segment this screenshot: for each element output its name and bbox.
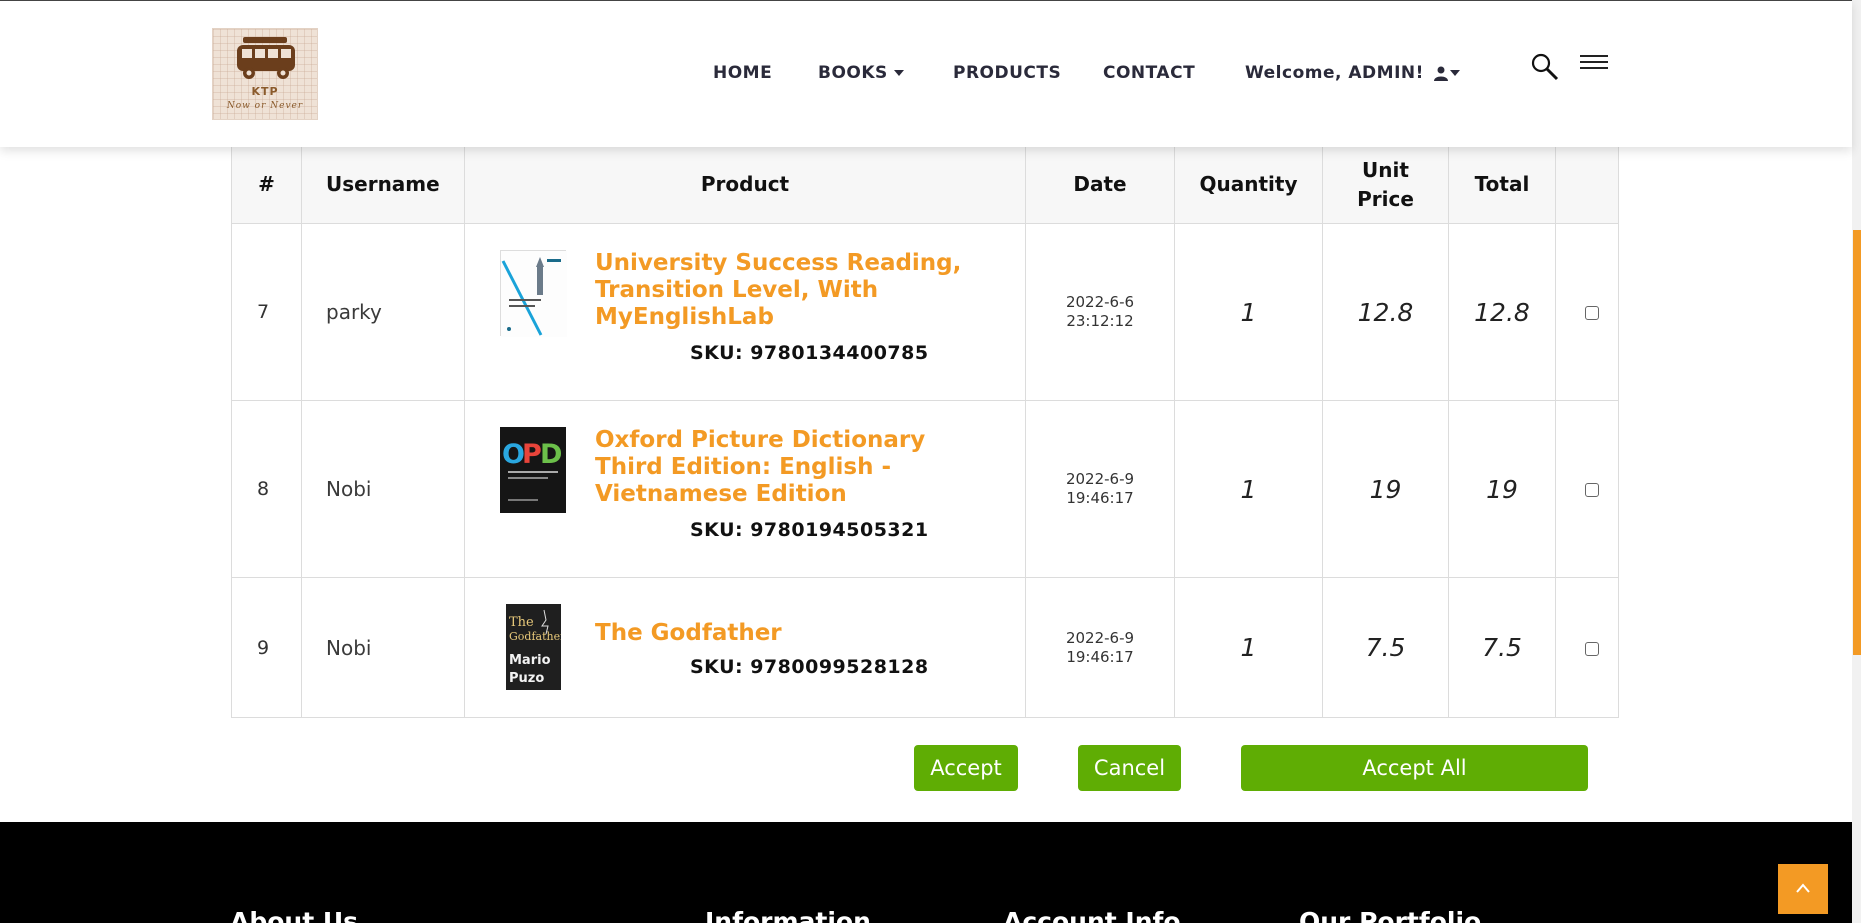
col-select: [1555, 145, 1619, 224]
footer-about-heading: About Us: [230, 907, 359, 923]
col-username: Username: [301, 145, 465, 224]
row-product: University Success Reading, Transition L…: [464, 223, 1026, 401]
row-select: [1555, 223, 1619, 401]
row-username: Nobi: [301, 400, 465, 578]
row-date: 2022-6-9 19:46:17: [1025, 400, 1175, 578]
orders-table: # Username Product Date Quantity Unit Pri…: [231, 145, 1619, 718]
row-quantity: 1: [1174, 577, 1323, 718]
product-sku: SKU: 9780134400785: [690, 342, 929, 364]
table-row: 8 Nobi O P D Oxford Picture Dictionary T…: [231, 400, 1619, 578]
brand-name: KTP: [251, 85, 279, 98]
nav-home[interactable]: HOME: [713, 63, 772, 83]
col-date: Date: [1025, 145, 1175, 224]
row-product: O P D Oxford Picture Dictionary Third Ed…: [464, 400, 1026, 578]
row-total: 12.8: [1448, 223, 1556, 401]
row-checkbox[interactable]: [1585, 306, 1599, 320]
row-select: [1555, 577, 1619, 718]
product-sku: SKU: 9780194505321: [690, 519, 929, 541]
row-num: 9: [231, 577, 302, 718]
row-num: 8: [231, 400, 302, 578]
row-product: The Godfather Mario Puzo The Godfather S…: [464, 577, 1026, 718]
row-unit-price: 12.8: [1322, 223, 1449, 401]
chevron-down-icon: [1450, 70, 1461, 76]
nav-products[interactable]: PRODUCTS: [953, 63, 1061, 83]
row-checkbox[interactable]: [1585, 641, 1599, 656]
product-cover-university-success[interactable]: [500, 250, 567, 337]
row-date: 2022-6-9 19:46:17: [1025, 577, 1175, 718]
svg-text:D: D: [540, 439, 562, 470]
brand-tagline: Now or Never: [226, 101, 304, 111]
chevron-down-icon: [893, 70, 904, 76]
product-title-link[interactable]: University Success Reading, Transition L…: [595, 250, 995, 331]
arrow-up-icon: [1796, 883, 1810, 893]
row-checkbox[interactable]: [1585, 483, 1599, 497]
accept-all-button[interactable]: Accept All: [1241, 745, 1588, 791]
menu-icon[interactable]: [1580, 55, 1608, 73]
row-username: Nobi: [301, 577, 465, 718]
row-quantity: 1: [1174, 223, 1323, 401]
table-row: 7 parky University Success Reading, Tran…: [231, 223, 1619, 401]
table-row: 9 Nobi The Godfather Mario Puzo The Godf…: [231, 577, 1619, 718]
col-quantity: Quantity: [1174, 145, 1323, 224]
svg-text:Godfather: Godfather: [509, 630, 561, 643]
site-header: KTP Now or Never HOME BOOKS PRODUCTS CON…: [0, 0, 1852, 147]
row-total: 19: [1448, 400, 1556, 578]
col-num: #: [231, 145, 302, 224]
footer-account-heading: Account Info: [1003, 907, 1181, 923]
footer-portfolio-heading: Our Portfolio: [1299, 907, 1482, 923]
van-logo-icon: [237, 37, 295, 79]
page: KTP Now or Never HOME BOOKS PRODUCTS CON…: [0, 0, 1861, 923]
svg-text:Puzo: Puzo: [509, 671, 544, 686]
row-select: [1555, 400, 1619, 578]
nav-books-label: BOOKS: [818, 63, 888, 83]
nav-contact[interactable]: CONTACT: [1103, 63, 1195, 83]
row-num: 7: [231, 223, 302, 401]
product-cover-oxford-dictionary[interactable]: O P D: [500, 427, 566, 513]
welcome-label: Welcome, ADMIN!: [1245, 63, 1424, 83]
col-total: Total: [1448, 145, 1556, 224]
row-username: parky: [301, 223, 465, 401]
scrollbar-thumb[interactable]: [1853, 230, 1861, 655]
row-unit-price: 19: [1322, 400, 1449, 578]
user-icon: [1434, 66, 1449, 81]
svg-text:P: P: [522, 439, 542, 470]
site-logo[interactable]: KTP Now or Never: [212, 28, 318, 120]
product-cover-godfather[interactable]: The Godfather Mario Puzo: [506, 604, 566, 690]
product-title-link[interactable]: The Godfather: [595, 620, 995, 647]
nav-user-menu[interactable]: Welcome, ADMIN!: [1245, 63, 1461, 83]
svg-text:Mario: Mario: [509, 653, 551, 668]
table-header-row: # Username Product Date Quantity Unit Pri…: [231, 145, 1619, 224]
row-total: 7.5: [1448, 577, 1556, 718]
footer-information-heading: Information: [705, 907, 871, 923]
accept-button[interactable]: Accept: [914, 745, 1018, 791]
back-to-top-button[interactable]: [1778, 864, 1828, 914]
col-product: Product: [464, 145, 1026, 224]
search-icon[interactable]: [1530, 52, 1560, 82]
product-sku: SKU: 9780099528128: [690, 656, 929, 678]
row-date: 2022-6-6 23:12:12: [1025, 223, 1175, 401]
row-quantity: 1: [1174, 400, 1323, 578]
row-unit-price: 7.5: [1322, 577, 1449, 718]
svg-text:The: The: [509, 615, 534, 630]
nav-books[interactable]: BOOKS: [818, 63, 904, 83]
product-title-link[interactable]: Oxford Picture Dictionary Third Edition:…: [595, 427, 995, 508]
col-unit-price: Unit Price: [1322, 145, 1449, 224]
cancel-button[interactable]: Cancel: [1078, 745, 1181, 791]
site-footer: About Us Information Account Info Our Po…: [0, 822, 1852, 923]
